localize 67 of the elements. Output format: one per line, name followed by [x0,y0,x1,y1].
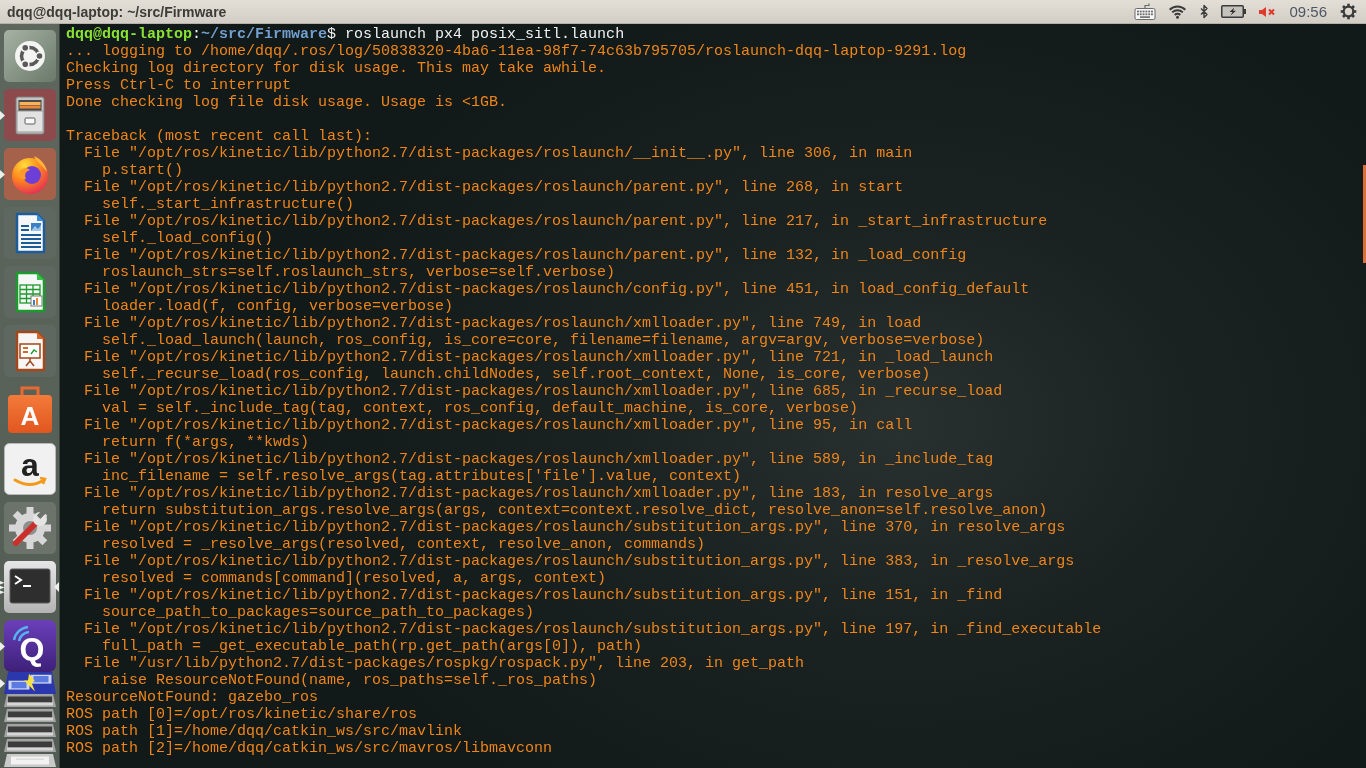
terminal-output-line: loader.load(f, config, verbose=verbose) [102,298,454,315]
terminal-output-line: return f(*args, **kwds) [102,434,310,451]
file-drawer-icon[interactable] [3,89,56,141]
terminal-output-line: File "/opt/ros/kinetic/lib/python2.7/dist-packages/roslaunch/substitution_args.py", line 383, in _resolve_args [84,553,1075,570]
terminal-output-line: return substitution_args.resolve_args(args, context=context.resolve_dict, resolve_anon=self.resolve_anon) [102,502,1048,519]
network-computers-icon[interactable] [3,672,56,694]
terminal-output-line: ROS path [2]=/home/dqq/catkin_ws/src/mavros/libmavconn [66,740,553,757]
scrollbar-thumb[interactable] [1363,165,1366,263]
collapsed-launcher-icon[interactable] [3,694,56,707]
terminal-output-line: File "/opt/ros/kinetic/lib/python2.7/dist-packages/roslaunch/substitution_args.py", line 370, in resolve_args [84,519,1066,536]
terminal-output-line: source_path_to_packages=source_path_to_packages) [102,604,535,621]
bluetooth-icon[interactable] [1199,3,1210,20]
terminal-output-line: self._recurse_load(ros_config, launch.childNodes, self.root_context, None, is_core, verbose) [102,366,931,383]
terminal-output-line: File "/opt/ros/kinetic/lib/python2.7/dist-packages/roslaunch/substitution_args.py", line 197, in _find_executable [84,621,1102,638]
terminal-output-line: File "/opt/ros/kinetic/lib/python2.7/dist-packages/roslaunch/substitution_args.py", line 151, in _find [84,587,1003,604]
terminal-output-line: Done checking log file disk usage. Usage is <1GB. [66,94,508,111]
smile-logo-icon[interactable]: a [3,443,56,495]
terminal-output-line: File "/opt/ros/kinetic/lib/python2.7/dist-packages/roslaunch/xmlloader.py", line 749, in load [84,315,922,332]
terminal-output-line: File "/opt/ros/kinetic/lib/python2.7/dist-packages/roslaunch/xmlloader.py", line 721, in _load_launch [84,349,994,366]
terminal-output-line: File "/opt/ros/kinetic/lib/python2.7/dist-packages/roslaunch/parent.py", line 132, in _load_config [84,247,967,264]
terminal-output-line: resolved = _resolve_args(resolved, context, resolve_anon, commands) [102,536,706,553]
terminal-output-line: File "/opt/ros/kinetic/lib/python2.7/dist-packages/roslaunch/xmlloader.py", line 183, in resolve_args [84,485,994,502]
terminal-output-line: Press Ctrl-C to interrupt [66,77,292,94]
q-signal-icon[interactable]: Q [3,620,56,672]
window-title: dqq@dqq-laptop: ~/src/Firmware [7,3,227,20]
collapsed-launcher-icon[interactable] [3,739,56,752]
terminal-output-line: p.start() [102,162,183,179]
terminal-output-line: roslaunch_strs=self.roslaunch_strs, verbose=self.verbose) [102,264,616,281]
terminal-output-line: File "/usr/lib/python2.7/dist-packages/rospkg/rospack.py", line 203, in get_path [84,655,805,672]
terminal-output-line: File "/opt/ros/kinetic/lib/python2.7/dist-packages/roslaunch/parent.py", line 217, in _start_infrastructure [84,213,1048,230]
terminal-output-line: Traceback (most recent call last): [66,128,373,145]
battery-charging-icon[interactable] [1221,5,1247,18]
terminal-output-line: File "/opt/ros/kinetic/lib/python2.7/dist-packages/roslaunch/xmlloader.py", line 685, in _recurse_load [84,383,1003,400]
terminal-output-line: ROS path [0]=/opt/ros/kinetic/share/ros [66,706,418,723]
muted-speaker-icon[interactable] [1258,5,1277,18]
terminal-output-line: self._load_config() [102,230,274,247]
terminal-output-line: val = self._include_tag(tag, context, ros_config, default_machine, is_core, verbose) [102,400,859,417]
clock[interactable]: 09:56 [1289,3,1327,20]
terminal-output-line: raise ResourceNotFound(name, ros_paths=self._ros_paths) [102,672,598,689]
terminal-output-line: full_path = _get_executable_path(rp.get_path(args[0]), path) [102,638,643,655]
terminal-output-line: File "/opt/ros/kinetic/lib/python2.7/dist-packages/roslaunch/xmlloader.py", line 589, in _include_tag [84,451,994,468]
terminal-output-line: File "/opt/ros/kinetic/lib/python2.7/dist-packages/roslaunch/__init__.py", line 306, in main [84,145,913,162]
terminal-output-line: File "/opt/ros/kinetic/lib/python2.7/dist-packages/roslaunch/config.py", line 451, in load_config_default [84,281,1030,298]
terminal-output-line: ResourceNotFound: gazebo_ros [66,689,319,706]
terminal-output-line: File "/opt/ros/kinetic/lib/python2.7/dist-packages/roslaunch/xmlloader.py", line 95, in call [84,417,913,434]
terminal-output-line: ROS path [1]=/home/dqq/catkin_ws/src/mavlink [66,723,463,740]
ring-logo-icon[interactable] [3,30,56,82]
presentation-icon[interactable] [3,325,56,377]
terminal-output-line: resolved = commands[command](resolved, a, args, context) [102,570,607,587]
spreadsheet-icon[interactable] [3,266,56,318]
collapsed-launcher-icon[interactable] [3,709,56,722]
terminal-icon[interactable] [3,561,56,613]
terminal-output-line: Checking log directory for disk usage. This may take awhile. [66,60,607,77]
command-prompt-line: dqq@dqq-laptop:~/src/Firmware$ roslaunch px4 posix_sitl.launch [66,26,625,43]
collapsed-launcher-icon[interactable] [3,724,56,737]
keyboard-icon[interactable] [1134,3,1157,20]
collapsed-trash-icon[interactable] [3,754,56,767]
text-document-icon[interactable] [3,207,56,259]
terminal-output-line: self._load_launch(launch, ros_config, is_core=core, filename=filename, argv=argv, verbose=verbose) [102,332,985,349]
terminal-output-line: self._start_infrastructure() [102,196,355,213]
gear-wrench-icon[interactable] [3,502,56,554]
terminal-output-line: File "/opt/ros/kinetic/lib/python2.7/dist-packages/roslaunch/parent.py", line 268, in start [84,179,904,196]
terminal-output-line: ... logging to /home/dqq/.ros/log/50838320-4ba6-11ea-98f7-74c63b795705/roslaunch-dqq-laptop-9291.log [66,43,967,60]
fox-globe-icon[interactable] [3,148,56,200]
gear-icon[interactable] [1340,3,1357,20]
terminal-output-line: inc_filename = self.resolve_args(tag.attributes['file'].value, context) [102,468,742,485]
wifi-icon[interactable] [1168,4,1188,19]
